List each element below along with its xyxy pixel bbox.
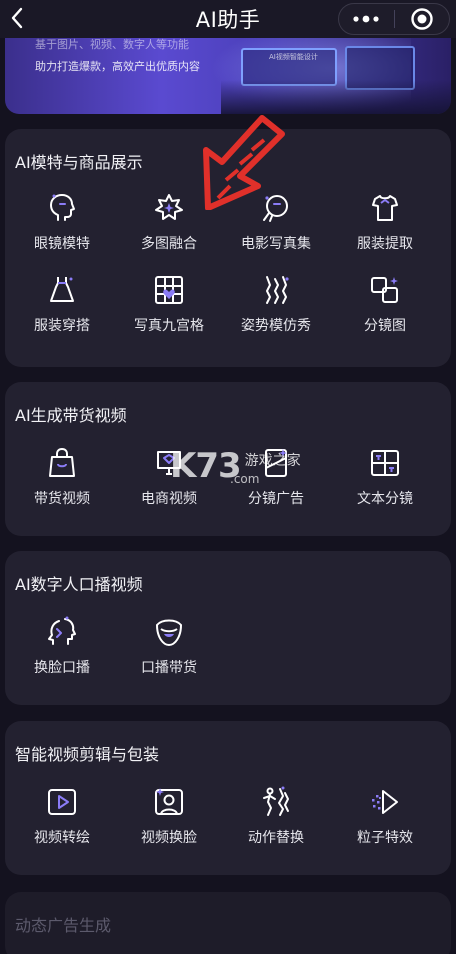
tool-label: 文本分镜 [357, 491, 413, 507]
more-button[interactable] [339, 4, 394, 34]
section-card-digital-human: AI数字人口播视频 换脸口播 口播带货 [5, 551, 451, 705]
banner-screen-text: AI视频智能设计 [269, 53, 318, 61]
section-title: AI生成带货视频 [15, 406, 127, 425]
tool-label: 口播带货 [141, 660, 197, 676]
tool-item[interactable]: 服装穿搭 [7, 273, 117, 343]
tool-label: 换脸口播 [34, 660, 90, 676]
tool-label: 分镜广告 [248, 491, 304, 507]
mouth-icon [152, 615, 186, 649]
tool-label: 分镜图 [364, 318, 406, 334]
watermark: K73 游戏之家 .com [170, 446, 301, 486]
tool-item[interactable]: 带货视频 [7, 446, 117, 516]
tool-label: 电影写真集 [241, 236, 311, 252]
tool-item[interactable]: 姿势模仿秀 [221, 273, 331, 343]
shopping-bag-icon [45, 446, 79, 480]
section-card-dynamic-ads: 动态广告生成 [5, 892, 451, 954]
tool-label: 视频转绘 [34, 830, 90, 846]
target-icon [411, 8, 433, 30]
tool-item[interactable]: 写真九宫格 [114, 273, 224, 343]
red-arrow-overlay [203, 115, 285, 210]
dress-icon [45, 273, 79, 307]
section-card-video-editing: 智能视频剪辑与包装 视频转绘 视频换脸 动作替换 粒子特效 [5, 721, 451, 875]
mini-program-capsule [338, 3, 450, 35]
storyboard-icon [368, 273, 402, 307]
motion-icon [259, 785, 293, 819]
tool-item[interactable]: 换脸口播 [7, 615, 117, 685]
banner-desk-image [221, 80, 451, 114]
nav-bar: AI助手 [0, 0, 456, 38]
tool-label: 带货视频 [34, 491, 90, 507]
tool-label: 服装提取 [357, 236, 413, 252]
sparkle-burst-icon [152, 191, 186, 225]
tool-label: 服装穿搭 [34, 318, 90, 334]
back-button[interactable] [4, 4, 30, 32]
tool-item[interactable]: 动作替换 [221, 785, 331, 855]
promo-banner[interactable]: 基于图片、视频、数字人等功能 助力打造爆款，高效产出优质内容 AI视频智能设计 [5, 38, 451, 114]
more-dots-icon [353, 15, 379, 23]
close-target-button[interactable] [395, 4, 450, 34]
face-profile-icon [45, 191, 79, 225]
section-title: AI数字人口播视频 [15, 575, 143, 594]
tool-item[interactable]: 服装提取 [330, 191, 440, 261]
particle-play-icon [368, 785, 402, 819]
tool-label: 电商视频 [141, 491, 197, 507]
text-frame-icon [368, 446, 402, 480]
play-frame-icon [45, 785, 79, 819]
tool-label: 姿势模仿秀 [241, 318, 311, 334]
portrait-swap-icon [152, 785, 186, 819]
tool-item[interactable]: 分镜图 [330, 273, 440, 343]
banner-headline: 基于图片、视频、数字人等功能 [35, 38, 189, 51]
banner-subline: 助力打造爆款，高效产出优质内容 [35, 60, 200, 73]
shirt-icon [368, 191, 402, 225]
grid-heart-icon [152, 273, 186, 307]
section-title: AI模特与商品展示 [15, 153, 143, 172]
tool-item[interactable]: 口播带货 [114, 615, 224, 685]
pose-icon [259, 273, 293, 307]
tool-item[interactable]: 文本分镜 [330, 446, 440, 516]
section-title: 动态广告生成 [15, 916, 112, 935]
face-swap-icon [45, 615, 79, 649]
tool-label: 写真九宫格 [134, 318, 204, 334]
page-title: AI助手 [195, 8, 261, 32]
watermark-text: 游戏之家 [244, 453, 301, 469]
tool-item[interactable]: 粒子特效 [330, 785, 440, 855]
section-title: 智能视频剪辑与包装 [15, 745, 160, 764]
tool-item[interactable]: 眼镜模特 [7, 191, 117, 261]
tool-label: 视频换脸 [141, 830, 197, 846]
tool-item[interactable]: 视频转绘 [7, 785, 117, 855]
chevron-left-icon [11, 7, 23, 29]
tool-label: 多图融合 [141, 236, 197, 252]
tool-label: 眼镜模特 [34, 236, 90, 252]
tool-item[interactable]: 视频换脸 [114, 785, 224, 855]
tool-label: 粒子特效 [357, 830, 413, 846]
watermark-domain: .com [230, 472, 260, 486]
tool-label: 动作替换 [248, 830, 304, 846]
